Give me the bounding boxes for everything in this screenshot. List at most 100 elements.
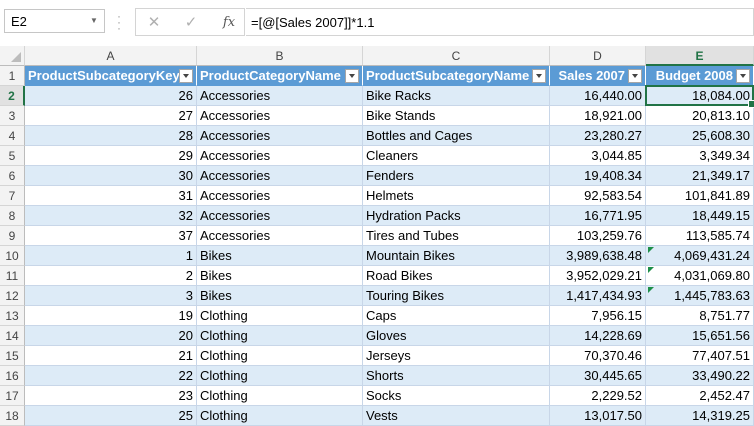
table-cell-sub[interactable]: Helmets	[363, 186, 550, 206]
column-header-a[interactable]: A	[25, 46, 197, 66]
column-header-c[interactable]: C	[363, 46, 550, 66]
table-cell-key[interactable]: 26	[25, 86, 197, 106]
row-header[interactable]: 5	[0, 146, 25, 166]
table-cell-key[interactable]: 30	[25, 166, 197, 186]
filter-dropdown-icon[interactable]	[532, 69, 546, 83]
table-cell-budget[interactable]: 3,349.34	[646, 146, 754, 166]
table-cell-cat[interactable]: Clothing	[197, 326, 363, 346]
row-header[interactable]: 14	[0, 326, 25, 346]
column-header-cell[interactable]: Budget 2008	[646, 66, 754, 86]
table-cell-sub[interactable]: Caps	[363, 306, 550, 326]
insert-function-icon[interactable]: fx	[219, 13, 239, 33]
table-cell-key[interactable]: 1	[25, 246, 197, 266]
row-header[interactable]: 15	[0, 346, 25, 366]
formula-input[interactable]: =[@[Sales 2007]]*1.1	[246, 8, 754, 36]
table-cell-key[interactable]: 20	[25, 326, 197, 346]
table-cell-cat[interactable]: Clothing	[197, 306, 363, 326]
table-cell-key[interactable]: 31	[25, 186, 197, 206]
row-header[interactable]: 3	[0, 106, 25, 126]
table-cell-sales[interactable]: 13,017.50	[550, 406, 646, 426]
table-cell-key[interactable]: 3	[25, 286, 197, 306]
table-cell-key[interactable]: 23	[25, 386, 197, 406]
table-cell-sales[interactable]: 7,956.15	[550, 306, 646, 326]
row-header[interactable]: 12	[0, 286, 25, 306]
table-cell-budget[interactable]: 113,585.74	[646, 226, 754, 246]
row-header[interactable]: 16	[0, 366, 25, 386]
table-cell-sub[interactable]: Bike Stands	[363, 106, 550, 126]
column-header-cell[interactable]: ProductSubcategoryKey	[25, 66, 197, 86]
filter-dropdown-icon[interactable]	[628, 69, 642, 83]
table-cell-key[interactable]: 28	[25, 126, 197, 146]
table-cell-budget[interactable]: 1,445,783.63	[646, 286, 754, 306]
table-cell-sub[interactable]: Socks	[363, 386, 550, 406]
select-all-corner[interactable]	[0, 46, 25, 66]
table-cell-sales[interactable]: 92,583.54	[550, 186, 646, 206]
row-header-1[interactable]: 1	[0, 66, 25, 86]
cancel-icon[interactable]: ✕	[144, 13, 164, 33]
column-header-cell[interactable]: ProductCategoryName	[197, 66, 363, 86]
table-cell-cat[interactable]: Accessories	[197, 106, 363, 126]
table-cell-budget[interactable]: 15,651.56	[646, 326, 754, 346]
table-cell-cat[interactable]: Accessories	[197, 226, 363, 246]
row-header[interactable]: 11	[0, 266, 25, 286]
table-cell-sub[interactable]: Jerseys	[363, 346, 550, 366]
row-header[interactable]: 17	[0, 386, 25, 406]
filter-dropdown-icon[interactable]	[179, 69, 193, 83]
table-cell-cat[interactable]: Bikes	[197, 286, 363, 306]
table-cell-cat[interactable]: Accessories	[197, 186, 363, 206]
table-cell-budget[interactable]: 4,069,431.24	[646, 246, 754, 266]
table-cell-key[interactable]: 29	[25, 146, 197, 166]
column-header-b[interactable]: B	[197, 46, 363, 66]
table-cell-budget[interactable]: 18,084.00	[646, 86, 754, 106]
table-cell-sales[interactable]: 3,952,029.21	[550, 266, 646, 286]
row-header[interactable]: 10	[0, 246, 25, 266]
table-cell-sales[interactable]: 70,370.46	[550, 346, 646, 366]
table-cell-key[interactable]: 32	[25, 206, 197, 226]
row-header[interactable]: 8	[0, 206, 25, 226]
table-cell-budget[interactable]: 21,349.17	[646, 166, 754, 186]
table-cell-sales[interactable]: 14,228.69	[550, 326, 646, 346]
table-cell-budget[interactable]: 18,449.15	[646, 206, 754, 226]
filter-dropdown-icon[interactable]	[345, 69, 359, 83]
error-indicator-icon[interactable]	[648, 287, 654, 293]
row-header[interactable]: 4	[0, 126, 25, 146]
table-cell-budget[interactable]: 4,031,069.80	[646, 266, 754, 286]
row-header[interactable]: 2	[0, 86, 25, 106]
drag-handle-icon[interactable]: · · ·	[117, 10, 121, 34]
table-cell-cat[interactable]: Accessories	[197, 166, 363, 186]
table-cell-budget[interactable]: 101,841.89	[646, 186, 754, 206]
table-cell-sub[interactable]: Bottles and Cages	[363, 126, 550, 146]
table-cell-cat[interactable]: Bikes	[197, 246, 363, 266]
table-cell-sub[interactable]: Touring Bikes	[363, 286, 550, 306]
table-cell-cat[interactable]: Accessories	[197, 146, 363, 166]
error-indicator-icon[interactable]	[648, 247, 654, 253]
table-cell-key[interactable]: 2	[25, 266, 197, 286]
name-box[interactable]: E2 ▼	[4, 9, 105, 33]
table-cell-sales[interactable]: 3,044.85	[550, 146, 646, 166]
table-cell-sub[interactable]: Shorts	[363, 366, 550, 386]
row-header[interactable]: 6	[0, 166, 25, 186]
table-cell-sales[interactable]: 16,440.00	[550, 86, 646, 106]
table-cell-cat[interactable]: Accessories	[197, 86, 363, 106]
table-cell-budget[interactable]: 25,608.30	[646, 126, 754, 146]
table-cell-cat[interactable]: Accessories	[197, 126, 363, 146]
table-cell-sub[interactable]: Tires and Tubes	[363, 226, 550, 246]
column-header-cell[interactable]: Sales 2007	[550, 66, 646, 86]
table-cell-sub[interactable]: Bike Racks	[363, 86, 550, 106]
filter-dropdown-icon[interactable]	[736, 69, 750, 83]
table-cell-budget[interactable]: 20,813.10	[646, 106, 754, 126]
table-cell-budget[interactable]: 77,407.51	[646, 346, 754, 366]
column-header-e[interactable]: E	[646, 46, 754, 66]
chevron-down-icon[interactable]: ▼	[90, 14, 99, 28]
table-cell-sub[interactable]: Hydration Packs	[363, 206, 550, 226]
table-cell-sales[interactable]: 16,771.95	[550, 206, 646, 226]
table-cell-cat[interactable]: Clothing	[197, 366, 363, 386]
column-header-d[interactable]: D	[550, 46, 646, 66]
table-cell-key[interactable]: 22	[25, 366, 197, 386]
table-cell-budget[interactable]: 2,452.47	[646, 386, 754, 406]
table-cell-cat[interactable]: Clothing	[197, 386, 363, 406]
table-cell-cat[interactable]: Bikes	[197, 266, 363, 286]
error-indicator-icon[interactable]	[648, 267, 654, 273]
column-header-cell[interactable]: ProductSubcategoryName	[363, 66, 550, 86]
worksheet-grid[interactable]: A B C D E 1 ProductSubcategoryKey ProductCatego…	[0, 46, 754, 426]
